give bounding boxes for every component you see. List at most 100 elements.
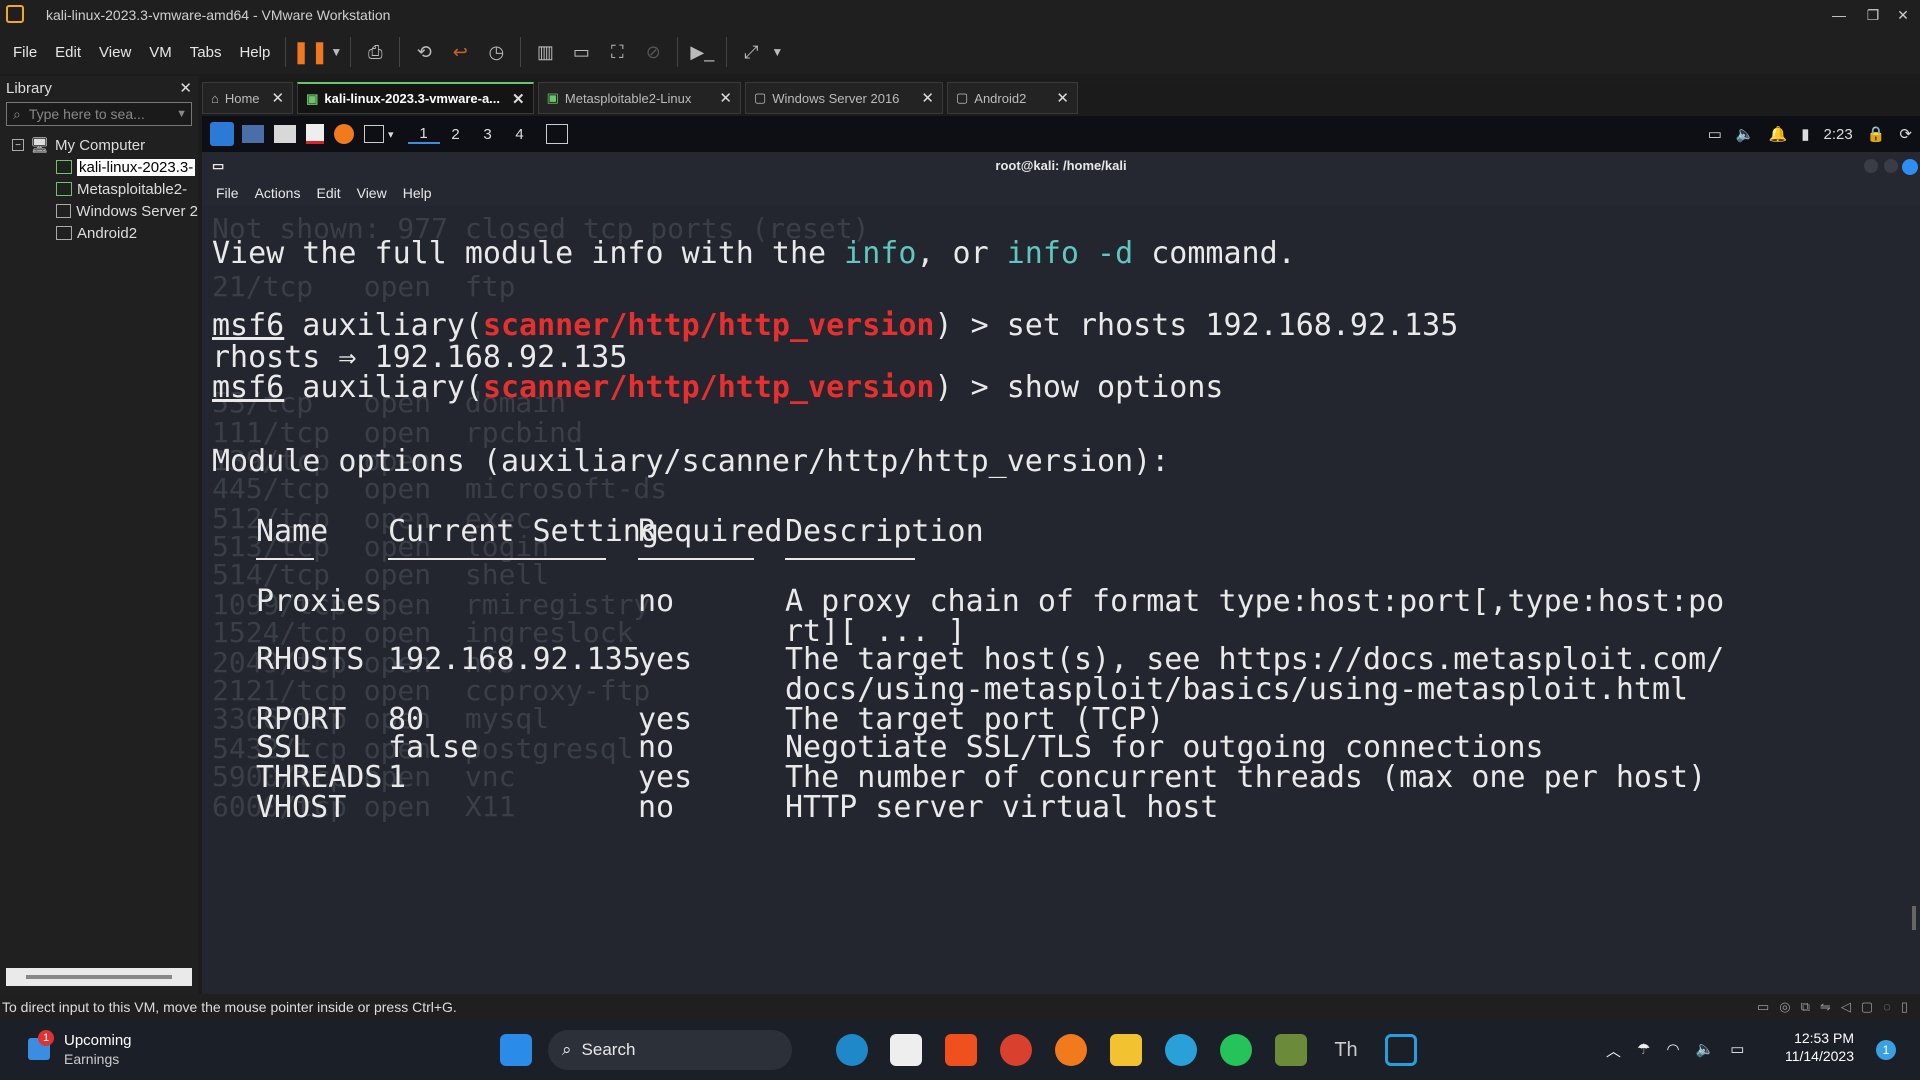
terminal-menu-file[interactable]: File (216, 185, 239, 201)
file-explorer-icon[interactable] (1110, 1034, 1142, 1066)
network-icon[interactable]: ⧉ (1801, 999, 1810, 1015)
terminal-menu-actions[interactable]: Actions (255, 185, 301, 201)
terminal-window-button[interactable] (545, 124, 568, 144)
message-icon[interactable]: ▯ (1901, 999, 1908, 1015)
close-tab-icon[interactable]: ✕ (1056, 89, 1069, 107)
tab-metasploitable[interactable]: ▣ Metasploitable2-Linux ✕ (537, 82, 741, 114)
close-tab-icon[interactable]: ✕ (512, 90, 525, 108)
power-icon[interactable]: ⟳ (1899, 125, 1912, 143)
firefox-icon[interactable] (1055, 1034, 1087, 1066)
file-manager-icon[interactable] (274, 125, 296, 143)
menu-tabs[interactable]: Tabs (181, 44, 231, 61)
chevron-up-icon[interactable]: ︿ (1606, 1040, 1621, 1061)
vmware-icon[interactable] (1385, 1034, 1417, 1066)
workspace-3[interactable]: 3 (472, 126, 504, 143)
terminal-output[interactable]: Not shown: 977 closed tcp ports (reset) … (202, 206, 1920, 994)
revert-snapshot-icon[interactable]: ↩ (442, 34, 478, 70)
brave-icon[interactable] (945, 1034, 977, 1066)
tab-windows-server[interactable]: ▢ Windows Server 2016 ✕ (744, 82, 943, 114)
weather-widget[interactable]: 1 Upcoming Earnings (26, 1030, 166, 1070)
printer-icon[interactable]: ◌ (1883, 999, 1891, 1015)
tree-item-windows-server[interactable]: Windows Server 2 (12, 200, 198, 222)
battery-icon[interactable]: ▭ (1730, 1040, 1744, 1061)
dropdown-arrow-icon[interactable]: ▼ (328, 34, 344, 70)
whatsapp-icon[interactable] (1220, 1034, 1252, 1066)
menu-help[interactable]: Help (230, 44, 279, 61)
desktop-icon[interactable] (242, 125, 264, 143)
menu-view[interactable]: View (90, 44, 140, 61)
menu-vm[interactable]: VM (140, 44, 181, 61)
cd-icon[interactable]: ◎ (1779, 999, 1790, 1015)
text-editor-icon[interactable] (306, 124, 324, 144)
firefox-icon[interactable] (334, 124, 354, 144)
terminal-close-icon[interactable] (1902, 159, 1918, 175)
vm-display[interactable]: ▾ 1 2 3 4 ▭ 🔈 🔔 ▮ 2:23 🔒 ⟳ ▭ root@kali: … (202, 116, 1920, 994)
chevron-down-icon[interactable]: ▼ (176, 108, 187, 120)
usb-icon[interactable]: ⇋ (1820, 999, 1831, 1015)
tab-kali[interactable]: ▣ kali-linux-2023.3-vmware-a... ✕ (297, 82, 534, 114)
terminal-icon[interactable] (364, 125, 384, 143)
security-icon[interactable]: ☂ (1637, 1040, 1650, 1061)
battery-icon[interactable]: ▮ (1801, 125, 1809, 143)
menu-edit[interactable]: Edit (46, 44, 90, 61)
terminal-menu-icon[interactable]: ▭ (212, 152, 224, 180)
chrome-icon[interactable] (1000, 1034, 1032, 1066)
terminal-scrollbar[interactable] (1912, 906, 1916, 930)
sound-icon[interactable]: ◁ (1841, 999, 1851, 1015)
terminal-menu-edit[interactable]: Edit (316, 185, 340, 201)
close-tab-icon[interactable]: ✕ (272, 89, 285, 107)
library-search-input[interactable]: ⌕ Type here to sea... ▼ (6, 102, 192, 126)
thumbnail-bar-icon[interactable]: ▭ (563, 34, 599, 70)
display-icon[interactable]: ▢ (1861, 999, 1873, 1015)
pause-icon[interactable]: ❚❚ (292, 34, 329, 70)
terminal-maximize-icon[interactable] (1884, 159, 1898, 173)
lock-icon[interactable]: 🔒 (1867, 125, 1886, 143)
workspace-4[interactable]: 4 (504, 126, 536, 143)
restore-button[interactable]: ❐ (1856, 0, 1890, 30)
taskbar-search[interactable]: ⌕ Search (548, 1030, 792, 1070)
close-tab-icon[interactable]: ✕ (921, 89, 934, 107)
volume-icon[interactable]: 🔈 (1736, 125, 1755, 143)
notification-badge[interactable]: 1 (1876, 1040, 1896, 1060)
terminal-menu-view[interactable]: View (357, 185, 387, 201)
minimize-button[interactable]: — (1822, 0, 1856, 30)
start-windows-icon[interactable] (500, 1034, 532, 1066)
terminal-menu-help[interactable]: Help (403, 185, 432, 201)
snapshot-icon[interactable]: ⟲ (406, 34, 442, 70)
collapse-icon[interactable]: − (12, 139, 24, 151)
tree-item-android[interactable]: Android2 (12, 222, 198, 244)
panel-clock[interactable]: 2:23 (1824, 126, 1853, 143)
game-icon[interactable] (1275, 1034, 1307, 1066)
display-icon[interactable]: ▭ (1708, 125, 1722, 143)
menu-file[interactable]: File (4, 44, 46, 61)
dropdown-arrow-icon[interactable]: ▼ (769, 34, 785, 70)
tree-root-my-computer[interactable]: − 🖥 My Computer (12, 134, 198, 156)
hard-disk-icon[interactable]: ▭ (1757, 999, 1769, 1015)
wifi-icon[interactable]: ◠ (1666, 1040, 1679, 1061)
telegram-icon[interactable] (1165, 1034, 1197, 1066)
workspace-1[interactable]: 1 (407, 125, 440, 144)
tab-home[interactable]: ⌂ Home ✕ (202, 82, 294, 114)
notification-bell-icon[interactable]: 🔔 (1769, 125, 1788, 143)
text-app-icon[interactable]: Th (1330, 1034, 1362, 1066)
show-library-icon[interactable]: ▥ (527, 34, 563, 70)
workspace-2[interactable]: 2 (440, 126, 472, 143)
tab-android[interactable]: ▢ Android2 ✕ (946, 82, 1078, 114)
tree-item-metasploitable[interactable]: Metasploitable2- (12, 178, 198, 200)
taskbar-clock[interactable]: 12:53 PM 11/14/2023 (1774, 1030, 1854, 1064)
snapshot-manager-icon[interactable]: ◷ (478, 34, 514, 70)
kali-menu-icon[interactable] (210, 122, 234, 146)
unity-icon[interactable]: ⊘ (635, 34, 671, 70)
store-icon[interactable] (890, 1034, 922, 1066)
close-tab-icon[interactable]: ✕ (719, 89, 732, 107)
library-scrollbar[interactable] (6, 968, 192, 986)
terminal-minimize-icon[interactable] (1864, 159, 1878, 173)
close-window-button[interactable]: ✕ (1886, 0, 1920, 30)
tree-item-kali[interactable]: kali-linux-2023.3- (12, 156, 198, 178)
close-library-icon[interactable]: ✕ (179, 79, 192, 97)
send-ctrl-alt-del-icon[interactable]: ⎙ (357, 34, 393, 70)
edge-icon[interactable] (836, 1034, 868, 1066)
fullscreen-icon[interactable]: ⛶ (599, 34, 635, 70)
console-view-icon[interactable]: ▶_ (684, 34, 720, 70)
stretch-icon[interactable]: ⤢ (733, 34, 769, 70)
